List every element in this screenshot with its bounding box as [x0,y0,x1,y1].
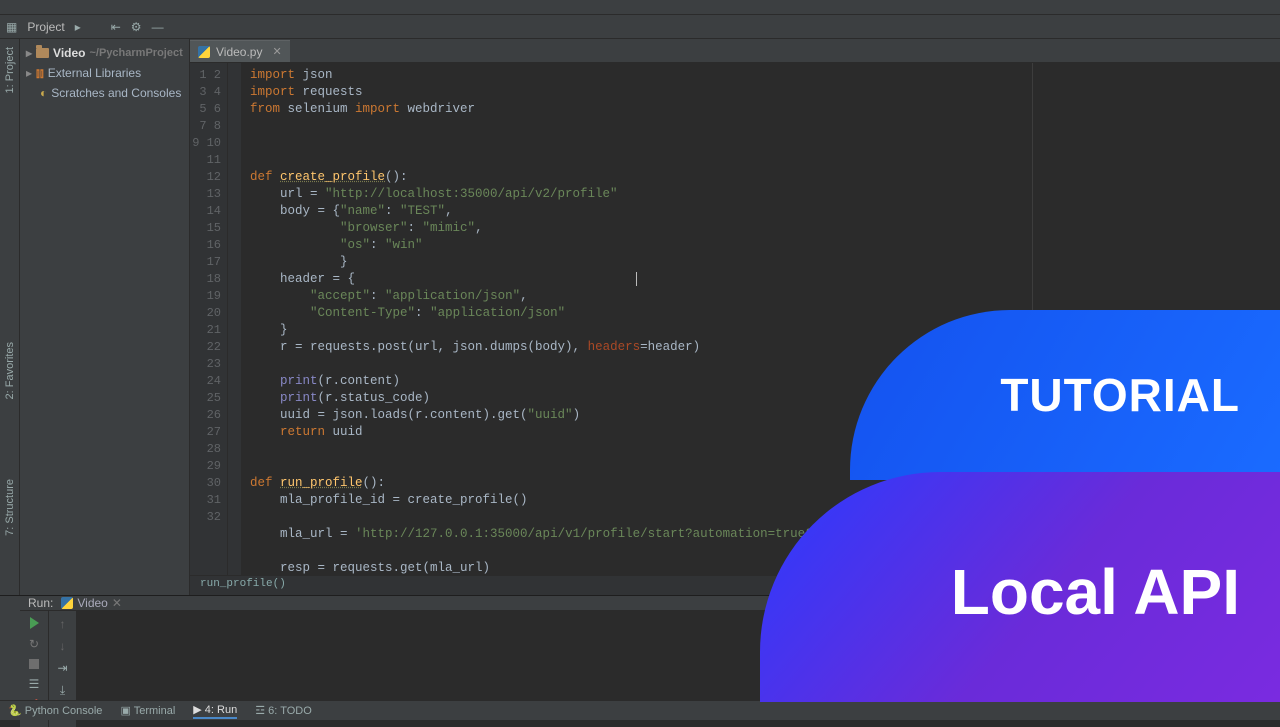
run-label: Run: [28,596,53,610]
tree-external-libs[interactable]: ▸ ⫾⫾ External Libraries [22,63,187,83]
run-config-name: Video [77,596,107,610]
project-tree[interactable]: ▸ Video ~/PycharmProject ▸ ⫾⫾ External L… [20,39,189,107]
project-panel: ▸ Video ~/PycharmProject ▸ ⫾⫾ External L… [20,39,190,595]
layout-icon[interactable]: ☰ [29,677,40,691]
collapse-icon[interactable]: ⇤ [111,20,121,34]
library-icon: ⫾⫾ [36,66,44,81]
fold-gutter[interactable] [228,63,242,575]
up-icon[interactable]: ↑ [60,617,66,631]
overlay-tutorial-text: TUTORIAL [1000,368,1240,422]
project-dropdown[interactable]: Project [27,20,64,34]
python-icon: 🐍 [8,705,22,717]
hide-icon[interactable]: — [152,20,164,34]
tree-scratches-label: Scratches and Consoles [51,86,181,100]
scroll-icon[interactable]: ⤓ [60,683,65,698]
rerun-icon[interactable]: ↻ [29,637,39,651]
favorites-tool-tab[interactable]: 2: Favorites [4,342,16,399]
run-config-tab[interactable]: Video ✕ [61,596,122,610]
title-bar [0,0,1280,15]
overlay-local-api: Local API [760,472,1280,702]
editor-tabbar: Video.py ✕ [190,39,1280,63]
run-icon[interactable] [30,617,39,629]
run-tab[interactable]: ▶ 4: Run [193,703,237,719]
project-view-icon[interactable]: ▦ [6,20,17,34]
left-tool-strip-lower: 2: Favorites 7: Structure [0,342,20,536]
todo-icon: ☲ [255,705,265,717]
todo-tab[interactable]: ☲ 6: TODO [255,704,312,717]
stop-icon[interactable] [29,659,39,669]
bottom-toolbar: 🐍 Python Console ▣ Terminal ▶ 4: Run ☲ 6… [0,700,1280,720]
terminal-tab[interactable]: ▣ Terminal [120,704,175,717]
gear-icon[interactable]: ⚙ [131,20,142,34]
terminal-icon: ▣ [120,705,130,717]
run-left-gutter [0,596,20,700]
structure-tool-tab[interactable]: 7: Structure [4,479,16,536]
editor-tab-label: Video.py [216,45,262,59]
tree-external-label: External Libraries [48,66,141,80]
python-console-tab[interactable]: 🐍 Python Console [8,704,102,717]
folder-icon [36,48,49,58]
tree-root-label: Video [53,46,85,60]
tree-root[interactable]: ▸ Video ~/PycharmProject [22,43,187,63]
project-tool-tab[interactable]: 1: Project [4,47,16,93]
python-file-icon [61,597,73,609]
editor-tab[interactable]: Video.py ✕ [190,40,290,62]
line-gutter[interactable]: 1 2 3 4 5 6 7 8 9 10 11 12 13 14 15 16 1… [190,63,228,575]
soft-wrap-icon[interactable]: ⇥ [57,661,67,675]
toolbar: ▦ Project ▸ ⇤ ⚙ — [0,15,1280,39]
scratches-icon: ◐ [40,86,47,100]
tree-scratches[interactable]: ◐ Scratches and Consoles [22,83,187,103]
down-icon[interactable]: ↓ [60,639,66,653]
text-caret [636,272,637,286]
overlay-local-api-text: Local API [951,555,1240,629]
close-icon[interactable]: ✕ [112,596,122,610]
close-tab-icon[interactable]: ✕ [272,45,281,58]
dropdown-chevron-icon[interactable]: ▸ [75,20,81,34]
python-file-icon [198,46,210,58]
tree-root-path: ~/PycharmProject [90,47,183,59]
